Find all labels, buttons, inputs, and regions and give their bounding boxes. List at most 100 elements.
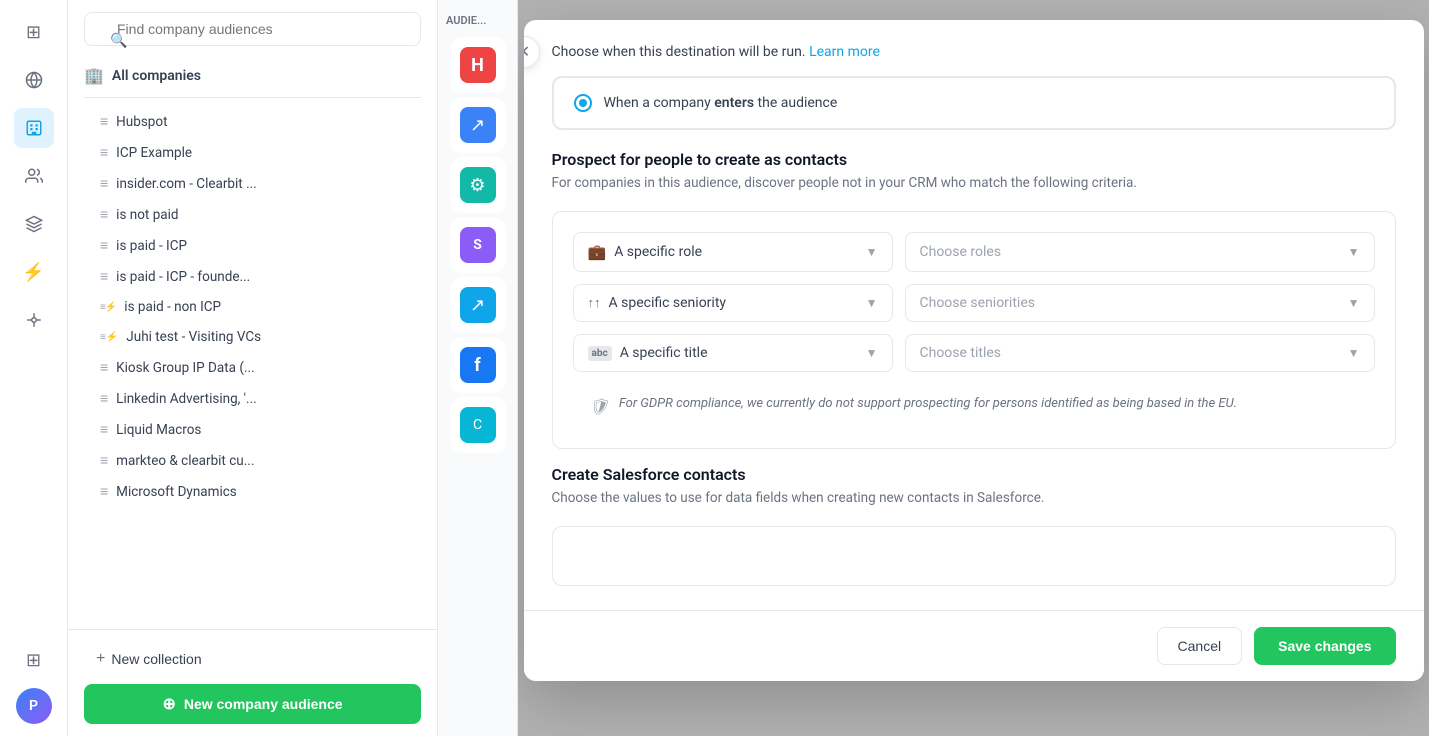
close-icon: ✕ — [524, 42, 531, 62]
search-input[interactable] — [84, 12, 421, 46]
sidebar-icon-lightning[interactable]: ⚡ — [14, 252, 54, 292]
list-item[interactable]: ≡ Linkedin Advertising, '... — [68, 383, 437, 414]
modal: ✕ Choose when this destination will be r… — [524, 20, 1424, 681]
destination-item-facebook[interactable]: f — [450, 337, 506, 393]
sidebar-icon-dashboard[interactable]: ⊞ — [14, 12, 54, 52]
learn-more-link[interactable]: Learn more — [809, 44, 880, 60]
create-contacts-title: Create Salesforce contacts — [552, 465, 1396, 484]
main-content: ✕ Choose when this destination will be r… — [518, 0, 1429, 736]
seniority-icon: ↑↑ — [588, 295, 601, 311]
destination-item-hubspot[interactable]: H — [450, 37, 506, 93]
run-timing-description: Choose when this destination will be run… — [552, 44, 1396, 60]
list-item[interactable]: ≡ is paid - ICP - founde... — [68, 261, 437, 292]
bottom-actions: + New collection ⊕ New company audience — [68, 629, 437, 736]
create-contacts-box — [552, 526, 1396, 586]
list-item[interactable]: ≡ Liquid Macros — [68, 414, 437, 445]
radio-selected — [574, 94, 592, 112]
new-collection-button[interactable]: + New collection — [84, 642, 421, 676]
sidebar-icon-globe[interactable] — [14, 60, 54, 100]
destination-item-5[interactable]: ↗ — [450, 277, 506, 333]
destination-item-4[interactable]: S — [450, 217, 506, 273]
list-icon: ≡ — [100, 144, 108, 161]
modal-footer: Cancel Save changes — [524, 610, 1424, 681]
list-icon: ≡ — [100, 483, 108, 500]
run-timing-label: When a company enters the audience — [604, 95, 838, 111]
seniority-type-select[interactable]: ↑↑ A specific seniority ▼ — [573, 284, 893, 322]
list-icon: ≡ — [100, 359, 108, 376]
list-icon: ≡⚡ — [100, 332, 118, 343]
divider — [84, 97, 421, 98]
sidebar-icon-grid[interactable]: ⊞ — [14, 640, 54, 680]
prospect-subtitle: For companies in this audience, discover… — [552, 175, 1396, 191]
modal-body: Choose when this destination will be run… — [524, 20, 1424, 610]
destination-item-7[interactable]: C — [450, 397, 506, 453]
list-item[interactable]: ≡ is paid - ICP — [68, 230, 437, 261]
role-type-select[interactable]: 💼 A specific role ▼ — [573, 232, 893, 272]
list-icon: ≡ — [100, 390, 108, 407]
new-company-audience-button[interactable]: ⊕ New company audience — [84, 684, 421, 724]
title-value-select[interactable]: Choose titles ▼ — [905, 334, 1375, 372]
list-item[interactable]: ≡ Kiosk Group IP Data (... — [68, 352, 437, 383]
dest5-icon: ↗ — [460, 287, 496, 323]
dest4-icon: S — [460, 227, 496, 263]
list-item[interactable]: ≡ markteo & clearbit cu... — [68, 445, 437, 476]
chevron-down-icon: ▼ — [1348, 296, 1360, 310]
destination-item-3[interactable]: ⚙ — [450, 157, 506, 213]
list-item[interactable]: ≡ Hubspot — [68, 106, 437, 137]
create-contacts-subtitle: Choose the values to use for data fields… — [552, 490, 1396, 506]
list-icon: ≡ — [100, 268, 108, 285]
role-value-select[interactable]: Choose roles ▼ — [905, 232, 1375, 272]
list-item[interactable]: ≡ insider.com - Clearbit ... — [68, 168, 437, 199]
dest3-icon: ⚙ — [460, 167, 496, 203]
list-icon: ≡ — [100, 113, 108, 130]
list-icon: ≡ — [100, 421, 108, 438]
audience-list: ≡ Hubspot ≡ ICP Example ≡ insider.com - … — [68, 102, 437, 629]
left-panel: 🔍 🏢 All companies ≡ Hubspot ≡ ICP Exampl… — [68, 0, 438, 736]
plus-icon: + — [96, 650, 105, 668]
sidebar-icon-network[interactable] — [14, 300, 54, 340]
chevron-down-icon: ▼ — [1348, 346, 1360, 360]
dest2-icon: ↗ — [460, 107, 496, 143]
destinations-header: Audie... — [438, 8, 517, 33]
prospect-section: Prospect for people to create as contact… — [552, 150, 1396, 449]
gdpr-notice: 🛡 For GDPR compliance, we currently do n… — [573, 384, 1375, 428]
criteria-row-title: abc A specific title ▼ Choose titles ▼ — [573, 334, 1375, 372]
sidebar-icon-building[interactable] — [14, 108, 54, 148]
dest7-icon: C — [460, 407, 496, 443]
hubspot-icon: H — [460, 47, 496, 83]
all-companies-label: All companies — [112, 68, 201, 84]
prospect-title: Prospect for people to create as contact… — [552, 150, 1396, 169]
sidebar: ⊞ ⚡ ⊞ P — [0, 0, 68, 736]
criteria-box: 💼 A specific role ▼ Choose roles ▼ — [552, 211, 1396, 449]
sidebar-icon-users[interactable] — [14, 156, 54, 196]
list-item[interactable]: ≡ Microsoft Dynamics — [68, 476, 437, 507]
chevron-down-icon: ▼ — [1348, 245, 1360, 259]
chevron-down-icon: ▼ — [866, 245, 878, 259]
destination-item-2[interactable]: ↗ — [450, 97, 506, 153]
cancel-button[interactable]: Cancel — [1157, 627, 1243, 665]
shield-icon: 🛡 — [589, 397, 609, 416]
chevron-down-icon: ▼ — [866, 296, 878, 310]
facebook-icon: f — [460, 347, 496, 383]
list-item[interactable]: ≡ is not paid — [68, 199, 437, 230]
criteria-row-seniority: ↑↑ A specific seniority ▼ Choose seniori… — [573, 284, 1375, 322]
destinations-panel: Audie... H ↗ ⚙ S ↗ f C — [438, 0, 518, 736]
create-contacts-section: Create Salesforce contacts Choose the va… — [552, 465, 1396, 586]
seniority-value-select[interactable]: Choose seniorities ▼ — [905, 284, 1375, 322]
title-type-select[interactable]: abc A specific title ▼ — [573, 334, 893, 372]
run-timing-option[interactable]: When a company enters the audience — [552, 76, 1396, 130]
all-companies-item[interactable]: 🏢 All companies — [68, 58, 437, 93]
save-changes-button[interactable]: Save changes — [1254, 627, 1395, 665]
title-icon: abc — [588, 346, 612, 361]
sidebar-icon-avatar[interactable]: P — [16, 688, 52, 724]
list-item[interactable]: ≡ ICP Example — [68, 137, 437, 168]
list-item[interactable]: ≡⚡ is paid - non ICP — [68, 292, 437, 322]
list-icon: ≡ — [100, 452, 108, 469]
building-icon: 🏢 — [84, 66, 104, 85]
search-bar-container: 🔍 — [84, 12, 421, 46]
list-icon: ≡ — [100, 175, 108, 192]
list-item[interactable]: ≡⚡ Juhi test - Visiting VCs — [68, 322, 437, 352]
list-icon: ≡ — [100, 237, 108, 254]
list-icon: ≡ — [100, 206, 108, 223]
sidebar-icon-chart[interactable] — [14, 204, 54, 244]
